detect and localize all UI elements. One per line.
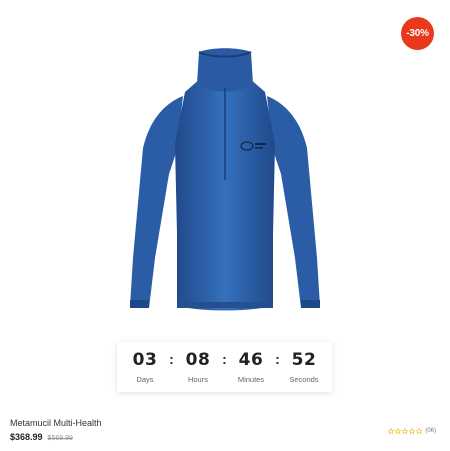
countdown-separator: : (275, 351, 280, 367)
old-price: $569.99 (47, 435, 73, 442)
rating-stars (388, 428, 423, 434)
current-price: $368.99 (10, 432, 43, 442)
countdown-seconds-label: Seconds (289, 375, 319, 384)
product-image[interactable] (125, 44, 325, 316)
countdown-timer: 03 Days : 08 Hours : 46 Minutes : 52 Sec… (117, 342, 332, 392)
countdown-seconds: 52 Seconds (282, 342, 326, 385)
countdown-hours-label: Hours (187, 375, 208, 384)
countdown-separator: : (222, 351, 227, 367)
star-icon (416, 428, 423, 434)
product-title[interactable]: Metamucil Multi-Health (10, 418, 102, 428)
countdown-minutes-value: 46 (238, 350, 264, 370)
discount-badge: -30% (401, 17, 434, 50)
price-row: $368.99 $569.99 (10, 432, 73, 442)
review-count: (06) (425, 428, 436, 434)
countdown-hours: 08 Hours (176, 342, 220, 385)
countdown-minutes-label: Minutes (237, 375, 265, 384)
countdown-minutes: 46 Minutes (229, 342, 273, 385)
star-icon (395, 428, 402, 434)
countdown-hours-value: 08 (185, 350, 211, 370)
star-icon (402, 428, 409, 434)
countdown-seconds-value: 52 (291, 350, 317, 370)
product-card[interactable]: -30% 03 Days: 08 Hours: 46 Minutes: 5… (0, 0, 450, 451)
countdown-days-value: 03 (132, 350, 158, 370)
countdown-separator: : (169, 351, 174, 367)
product-rating: (06) (388, 428, 436, 434)
star-icon (409, 428, 416, 434)
countdown-days: 03 Days (123, 342, 167, 385)
star-icon (388, 428, 395, 434)
discount-badge-label: -30% (406, 28, 429, 39)
countdown-days-label: Days (136, 375, 154, 384)
